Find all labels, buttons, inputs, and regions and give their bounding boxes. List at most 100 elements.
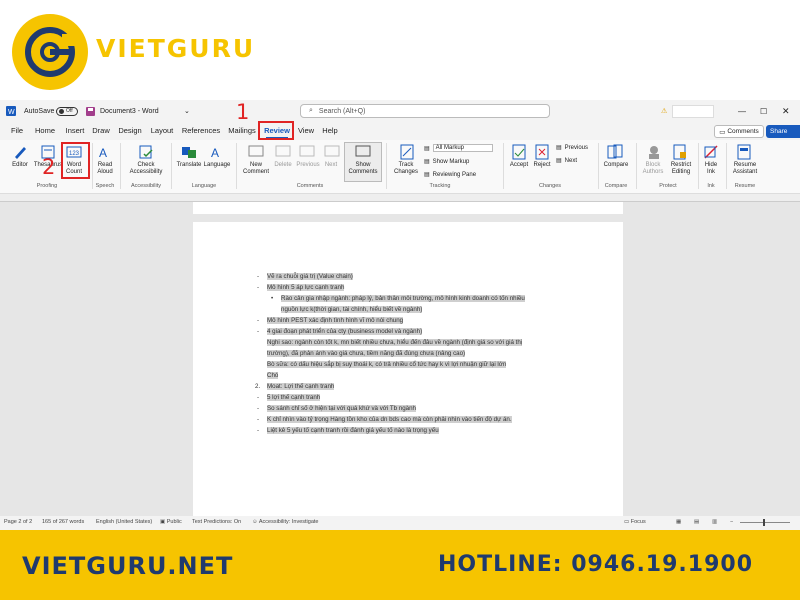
document-line[interactable]: 4 giai đoạn phát triển của cty (business… (267, 328, 423, 335)
reviewing-pane-button[interactable]: ▤ Reviewing Pane (424, 171, 477, 179)
accept-button[interactable]: Accept (506, 162, 532, 169)
word-count-status[interactable]: 165 of 267 words (42, 519, 84, 525)
compare-button[interactable]: Compare (600, 162, 632, 169)
document-line[interactable]: Moat: Lợi thế cạnh tranh (267, 383, 335, 390)
document-line[interactable]: Nghi sao: ngành còn tốt k, mn biết nhiều… (267, 339, 523, 346)
tab-home[interactable]: Home (33, 122, 57, 140)
accessibility-status[interactable]: ☺ Accessibility: Investigate (252, 519, 318, 525)
tab-view[interactable]: View (296, 122, 316, 140)
reject-icon (535, 144, 549, 160)
hide-ink-line2: Ink (706, 169, 715, 175)
account-box[interactable] (672, 100, 714, 122)
next-comment-button[interactable]: Next (320, 162, 342, 169)
previous-comment-button[interactable]: Previous (294, 162, 322, 169)
previous-comment-icon (299, 145, 315, 157)
tab-file[interactable]: File (8, 122, 26, 140)
tab-help[interactable]: Help (320, 122, 340, 140)
check-accessibility-button[interactable]: Check Accessibility (124, 162, 168, 176)
next-change-button[interactable]: ▤ Next (556, 157, 577, 165)
editor-button[interactable]: Editor (6, 162, 34, 169)
tab-mailings[interactable]: Mailings (226, 122, 258, 140)
track-changes-line2: Changes (393, 169, 419, 175)
logo-icon (25, 27, 78, 77)
comments-button[interactable]: ▭ Comments (714, 125, 764, 138)
new-comment-icon (248, 145, 264, 157)
page-count[interactable]: Page 2 of 2 (4, 519, 32, 525)
document-line[interactable]: Vẽ ra chuỗi giá trị (Value chain) (267, 273, 353, 280)
resume-assistant-icon (737, 144, 751, 160)
group-proofing-label: Proofing (36, 183, 58, 189)
review-tab-highlight (258, 121, 294, 140)
resume-assistant-button[interactable]: Resume Assistant (728, 162, 762, 176)
maximize-icon[interactable]: ☐ (760, 100, 767, 122)
hide-ink-line1: Hide (704, 162, 718, 168)
all-markup-select[interactable]: ▤ All Markup (424, 144, 493, 152)
hotline-text: HOTLINE: 0946.19.1900 (438, 552, 754, 577)
shield-icon: ▣ (160, 519, 166, 525)
delete-comment-button[interactable]: Delete (270, 162, 296, 169)
tab-layout[interactable]: Layout (149, 122, 175, 140)
document-line[interactable]: So sánh chỉ số ở hiện tại với quá khứ và… (267, 405, 416, 412)
accessibility-check-icon (139, 145, 153, 159)
document-page[interactable]: - Vẽ ra chuỗi giá trị (Value chain) - Mô… (193, 222, 623, 518)
reviewing-pane-label: Reviewing Pane (432, 171, 477, 178)
show-comments-label: Show Comments (344, 162, 382, 176)
tab-design[interactable]: Design (117, 122, 143, 140)
line-marker: 2. (255, 383, 261, 390)
minimize-icon[interactable]: — (738, 100, 746, 122)
zoom-out-icon[interactable]: − (730, 519, 733, 525)
document-line[interactable]: Bò sữa: có dấu hiệu sắp bị suy thoái k, … (267, 361, 507, 368)
status-bar: Page 2 of 2 165 of 267 words English (Un… (0, 516, 800, 530)
focus-button[interactable]: ▭ Focus (624, 519, 646, 525)
share-label: Share (770, 128, 788, 135)
document-line[interactable]: K chỉ nhìn vào tỷ trọng Hàng tồn kho của… (267, 416, 512, 423)
language-status[interactable]: English (United States) (96, 519, 152, 525)
print-layout-icon[interactable]: ▤ (694, 519, 699, 525)
new-comment-button[interactable]: New Comment (240, 162, 272, 176)
close-icon[interactable]: ✕ (782, 100, 790, 122)
zoom-thumb[interactable] (763, 519, 765, 526)
sensitivity-label: Public (166, 519, 182, 525)
document-line[interactable]: Mô hình PEST xác định tình hình vĩ mô nó… (267, 317, 404, 324)
document-line[interactable]: nguồn lực k(thời gian, tài chính, hiểu b… (281, 306, 423, 313)
tab-insert[interactable]: Insert (63, 122, 87, 140)
save-icon[interactable] (86, 100, 95, 122)
read-mode-icon[interactable]: ▦ (676, 519, 681, 525)
check-accessibility-line2: Accessibility (129, 169, 163, 175)
show-markup-button[interactable]: ▤ Show Markup (424, 158, 469, 166)
reject-button[interactable]: Reject (530, 162, 554, 169)
line-marker: • (271, 295, 274, 302)
text-predictions-status[interactable]: Text Predictions: On (192, 519, 241, 525)
read-aloud-button[interactable]: Read Aloud (94, 162, 116, 176)
restrict-editing-line1: Restrict (670, 162, 692, 168)
document-line[interactable]: 5 lợi thế cạnh tranh (267, 394, 321, 401)
annotation-number-1: 1 (236, 100, 250, 124)
web-layout-icon[interactable]: ▥ (712, 519, 717, 525)
search-box[interactable]: ⌕ Search (Alt+Q) (300, 104, 550, 118)
zoom-slider[interactable] (740, 522, 790, 523)
group-changes-label: Changes (538, 183, 562, 189)
block-authors-button[interactable]: Block Authors (638, 162, 668, 176)
share-button[interactable]: Share (766, 125, 800, 138)
translate-button[interactable]: Translate (175, 162, 203, 169)
document-line[interactable]: trường), đã phản ánh vào giá chưa, tiềm … (267, 350, 466, 357)
document-line[interactable]: Rào cản gia nhập ngành: pháp lý, bản thâ… (281, 295, 525, 302)
line-marker: - (257, 427, 260, 434)
resume-assistant-line2: Assistant (732, 169, 758, 175)
document-title: Document3 - Word (100, 107, 159, 115)
autosave-toggle[interactable]: Off (56, 100, 78, 122)
document-line[interactable]: Liệt kê 5 yếu tố cạnh tranh rồi đánh giá… (267, 427, 439, 434)
horizontal-ruler[interactable] (0, 194, 800, 202)
sensitivity-status[interactable]: ▣ Public (160, 519, 182, 525)
document-line[interactable]: Mô hình 5 áp lực cạnh tranh (267, 284, 345, 291)
document-line[interactable]: Chó (267, 372, 279, 379)
track-changes-button[interactable]: Track Changes (390, 162, 422, 176)
restrict-editing-button[interactable]: Restrict Editing (666, 162, 696, 176)
tab-references[interactable]: References (181, 122, 221, 140)
hide-ink-button[interactable]: Hide Ink (700, 162, 722, 176)
previous-page-end (193, 202, 623, 214)
language-button[interactable]: Language (202, 162, 232, 169)
tab-draw[interactable]: Draw (90, 122, 112, 140)
title-dropdown-icon[interactable]: ⌄ (184, 100, 190, 122)
previous-change-button[interactable]: ▤ Previous (556, 144, 588, 152)
